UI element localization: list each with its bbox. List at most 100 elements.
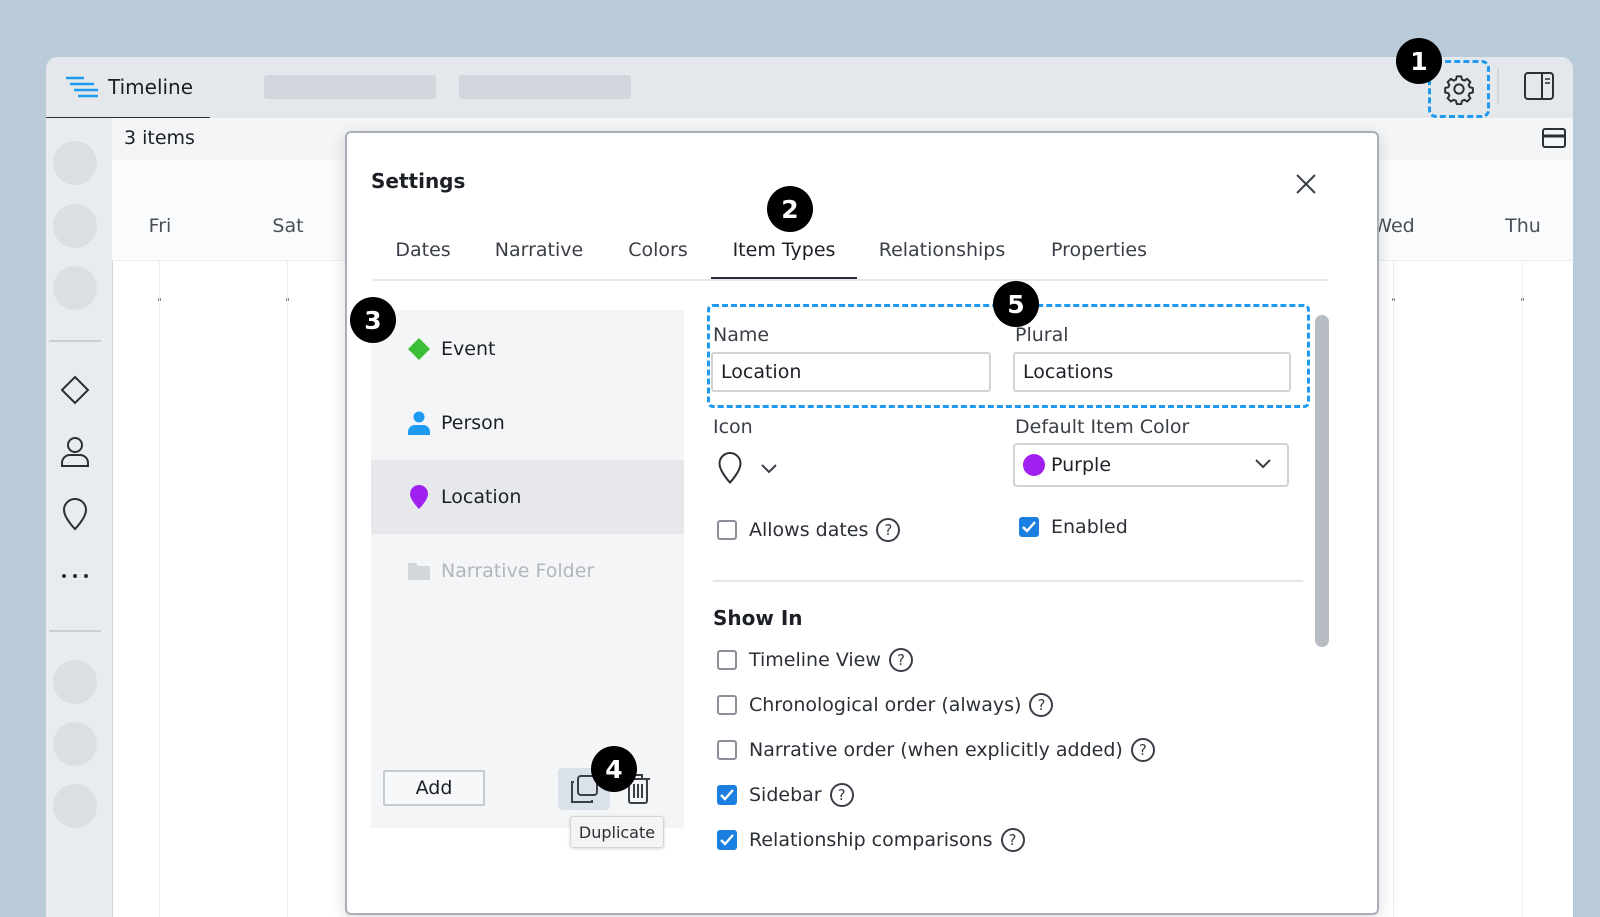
enabled-checkbox[interactable]	[1019, 517, 1039, 537]
day-label: Fri	[148, 215, 172, 237]
left-rail	[46, 118, 113, 917]
rail-placeholder[interactable]	[53, 266, 97, 310]
narrative-order-checkbox[interactable]	[717, 740, 737, 760]
rail-placeholder[interactable]	[53, 784, 97, 828]
rail-placeholder[interactable]	[53, 141, 97, 185]
toolbar-divider	[1497, 69, 1499, 103]
name-label: Name	[713, 324, 770, 346]
item-type-label: Location	[441, 486, 522, 508]
grid-line	[1522, 260, 1523, 917]
name-input[interactable]: Location	[711, 352, 991, 392]
help-icon[interactable]: ?	[1130, 738, 1155, 762]
rows-icon[interactable]	[1541, 126, 1567, 150]
close-icon	[1296, 174, 1316, 194]
rail-placeholder[interactable]	[53, 204, 97, 248]
callout-badge-5: 5	[993, 281, 1039, 327]
item-type-location[interactable]: Location	[371, 460, 684, 534]
rail-location-button[interactable]	[57, 496, 93, 532]
rail-divider	[49, 630, 101, 632]
rail-placeholder[interactable]	[53, 660, 97, 704]
help-icon[interactable]: ?	[1000, 828, 1025, 852]
rail-person-button[interactable]	[57, 434, 93, 470]
allows-dates-row[interactable]: Allows dates ?	[717, 518, 901, 542]
settings-dialog: Settings Dates Narrative Colors Item Typ…	[345, 131, 1379, 915]
sidebar-checkbox[interactable]	[717, 785, 737, 805]
default-color-label: Default Item Color	[1015, 416, 1190, 438]
tab-narrative[interactable]: Narrative	[473, 223, 605, 277]
tab-placeholder[interactable]	[264, 75, 436, 99]
enabled-row[interactable]: Enabled	[1019, 516, 1128, 538]
icon-picker[interactable]	[717, 448, 797, 488]
day-label: Thu	[1505, 215, 1541, 237]
grid-line	[1393, 260, 1394, 917]
grid-line	[287, 260, 288, 917]
show-in-heading: Show In	[713, 606, 803, 630]
icon-label: Icon	[713, 416, 753, 438]
show-in-timeline-row[interactable]: Timeline View ?	[717, 648, 913, 672]
duplicate-tooltip: Duplicate	[570, 816, 664, 848]
tab-relationships[interactable]: Relationships	[857, 223, 1027, 277]
help-icon[interactable]: ?	[888, 648, 913, 672]
folder-icon	[407, 559, 431, 583]
item-type-form: Name Location Plural Locations Icon Defa…	[707, 304, 1323, 870]
show-in-relationships-row[interactable]: Relationship comparisons ?	[717, 828, 1025, 852]
add-item-type-button[interactable]: Add	[383, 770, 485, 806]
rail-placeholder[interactable]	[53, 722, 97, 766]
side-panel-icon	[1524, 72, 1554, 100]
item-type-narrative-folder[interactable]: Narrative Folder	[371, 534, 684, 608]
top-bar: Timeline	[46, 57, 1573, 119]
relationship-comparisons-checkbox[interactable]	[717, 830, 737, 850]
show-in-label: Narrative order (when explicitly added)	[749, 739, 1123, 761]
day-label: Sat	[272, 215, 304, 237]
gear-icon	[1444, 75, 1474, 105]
item-type-event[interactable]: Event	[371, 312, 684, 386]
plural-label: Plural	[1015, 324, 1069, 346]
callout-badge-4: 4	[591, 746, 637, 792]
close-button[interactable]	[1291, 169, 1321, 199]
diamond-icon	[407, 337, 431, 361]
callout-badge-2: 2	[767, 186, 813, 232]
scrollbar[interactable]	[1315, 315, 1329, 647]
rail-more-button[interactable]	[57, 558, 93, 594]
section-divider	[713, 580, 1303, 582]
tab-colors[interactable]: Colors	[605, 223, 711, 277]
timeline-view-checkbox[interactable]	[717, 650, 737, 670]
panel-toggle-button[interactable]	[1522, 69, 1556, 103]
show-in-sidebar-row[interactable]: Sidebar ?	[717, 783, 854, 807]
item-type-label: Event	[441, 338, 496, 360]
show-in-narrative-row[interactable]: Narrative order (when explicitly added) …	[717, 738, 1155, 762]
help-icon[interactable]: ?	[1029, 693, 1054, 717]
default-color-select[interactable]: Purple	[1013, 443, 1289, 487]
chronological-checkbox[interactable]	[717, 695, 737, 715]
plural-input[interactable]: Locations	[1013, 352, 1291, 392]
callout-badge-1: 1	[1396, 38, 1442, 84]
person-icon	[407, 411, 431, 435]
timeline-icon	[66, 76, 98, 98]
item-type-label: Narrative Folder	[441, 560, 595, 582]
chevron-down-icon	[761, 464, 777, 474]
tab-timeline-label: Timeline	[108, 75, 194, 99]
more-dots-icon	[62, 574, 88, 578]
help-icon[interactable]: ?	[876, 518, 901, 542]
item-type-label: Person	[441, 412, 505, 434]
item-type-list: Event Person Location Narrative Folder A…	[371, 310, 684, 828]
person-icon	[61, 437, 89, 467]
item-type-person[interactable]: Person	[371, 386, 684, 460]
show-in-chronological-row[interactable]: Chronological order (always) ?	[717, 693, 1054, 717]
checkmark-icon	[1022, 521, 1036, 533]
diamond-icon	[60, 375, 90, 405]
show-in-label: Sidebar	[749, 784, 822, 806]
color-select-value: Purple	[1051, 454, 1112, 476]
rail-divider	[49, 340, 101, 342]
allows-dates-checkbox[interactable]	[717, 520, 737, 540]
settings-tabs: Dates Narrative Colors Item Types Relati…	[373, 223, 1328, 281]
rail-event-button[interactable]	[57, 372, 93, 408]
tab-timeline[interactable]: Timeline	[46, 57, 210, 119]
location-pin-icon	[718, 451, 742, 484]
tab-placeholder[interactable]	[459, 75, 631, 99]
tab-properties[interactable]: Properties	[1027, 223, 1171, 277]
help-icon[interactable]: ?	[829, 783, 854, 807]
grid-line	[159, 260, 160, 917]
checkmark-icon	[720, 834, 734, 846]
tab-dates[interactable]: Dates	[373, 223, 473, 277]
